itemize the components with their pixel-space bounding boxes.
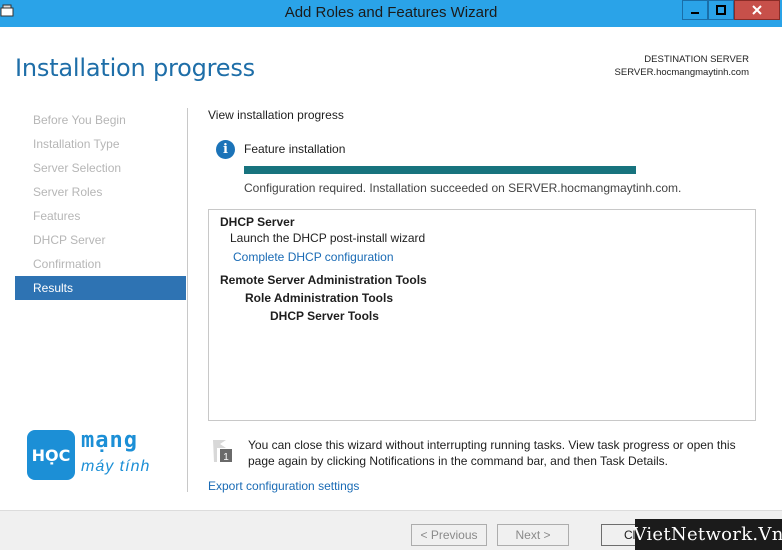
feature-installation-label: Feature installation: [244, 142, 346, 156]
info-icon: i: [216, 140, 235, 159]
nav-item-server-selection[interactable]: Server Selection: [15, 156, 186, 180]
section-label: View installation progress: [208, 108, 344, 122]
nav-item-results[interactable]: Results: [15, 276, 186, 300]
logo-box: HỌC: [27, 430, 75, 480]
result-role-administration-tools: Role Administration Tools: [245, 291, 394, 305]
logo-text-may-tinh: máy tính: [81, 458, 151, 475]
export-configuration-settings-link[interactable]: Export configuration settings: [208, 479, 359, 493]
result-heading-dhcp-server: DHCP Server: [220, 215, 295, 229]
hocmangmaytinh-logo: HỌC mạng máy tính: [27, 428, 157, 482]
page-title: Installation progress: [15, 54, 255, 82]
wizard-steps-nav: Before You Begin Installation Type Serve…: [15, 108, 186, 300]
maximize-button[interactable]: [708, 0, 734, 20]
nav-item-installation-type[interactable]: Installation Type: [15, 132, 186, 156]
next-button[interactable]: Next >: [497, 524, 569, 546]
close-wizard-note: You can close this wizard without interr…: [248, 438, 736, 468]
destination-server-value: SERVER.hocmangmaytinh.com: [614, 67, 749, 78]
result-dhcp-launch-text: Launch the DHCP post-install wizard: [230, 231, 426, 245]
logo-text-mang: mạng: [81, 428, 138, 453]
nav-item-features[interactable]: Features: [15, 204, 186, 228]
close-icon: [752, 5, 762, 15]
maximize-icon: [716, 5, 726, 15]
destination-server-label: DESTINATION SERVER: [644, 54, 749, 65]
nav-divider: [187, 108, 188, 492]
close-window-button[interactable]: [734, 0, 780, 20]
installation-status-text: Configuration required. Installation suc…: [244, 181, 682, 195]
nav-item-before-you-begin[interactable]: Before You Begin: [15, 108, 186, 132]
results-panel: DHCP Server Launch the DHCP post-install…: [208, 209, 756, 421]
window-title: Add Roles and Features Wizard: [284, 4, 498, 21]
title-bar: Add Roles and Features Wizard: [0, 0, 782, 27]
notification-flag-icon: 1: [213, 440, 232, 463]
result-dhcp-server-tools: DHCP Server Tools: [270, 309, 379, 323]
progress-fill: [244, 166, 636, 174]
minimize-icon: [691, 12, 699, 14]
minimize-button[interactable]: [682, 0, 708, 20]
nav-item-server-roles[interactable]: Server Roles: [15, 180, 186, 204]
complete-dhcp-configuration-link[interactable]: Complete DHCP configuration: [233, 250, 394, 264]
nav-item-confirmation[interactable]: Confirmation: [15, 252, 186, 276]
previous-button[interactable]: < Previous: [411, 524, 487, 546]
installation-progress-bar: [244, 166, 636, 174]
nav-item-dhcp-server[interactable]: DHCP Server: [15, 228, 186, 252]
vietnetwork-watermark: VietNetwork.Vn: [633, 519, 782, 550]
result-heading-rsat: Remote Server Administration Tools: [220, 273, 427, 287]
notification-badge-count: 1: [223, 452, 229, 463]
